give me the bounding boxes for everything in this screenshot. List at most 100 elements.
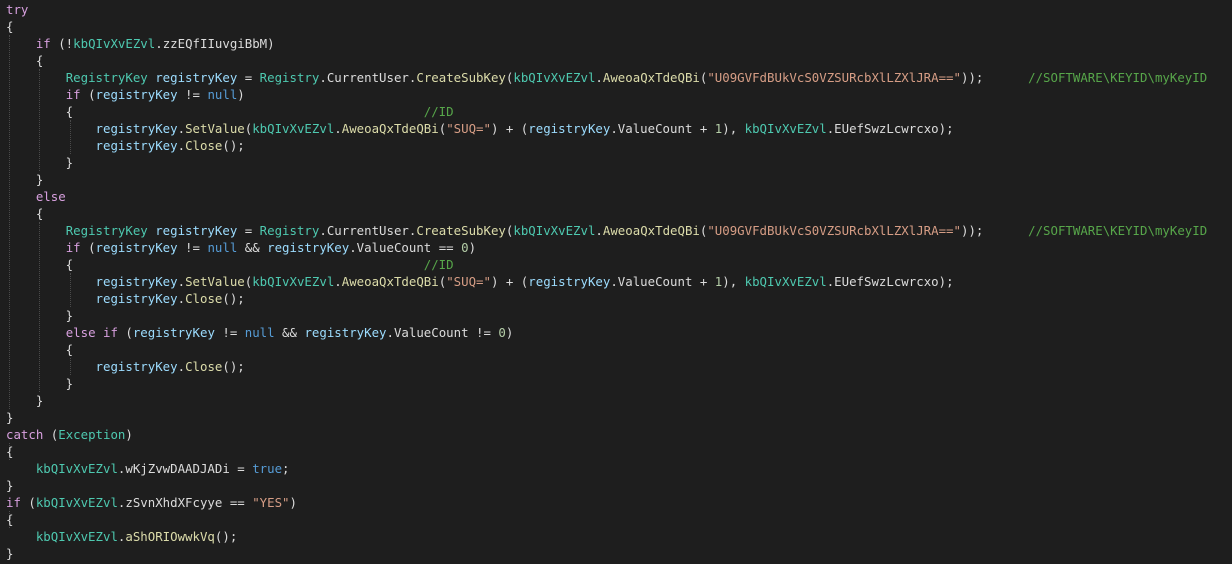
- code-token: AweoaQxTdeQBi: [602, 70, 700, 85]
- code-token: =: [237, 223, 260, 238]
- code-token: ): [468, 240, 477, 255]
- code-token: catch: [6, 427, 44, 442]
- code-token: ): [505, 325, 514, 340]
- code-token: if: [6, 495, 21, 510]
- code-token: registryKey: [95, 138, 178, 153]
- code-token: (: [80, 240, 96, 255]
- code-line: {: [6, 52, 43, 69]
- code-line: if (registryKey != null): [6, 86, 245, 103]
- code-line: {: [6, 205, 43, 222]
- code-token: ();: [222, 359, 245, 374]
- code-token: if: [103, 325, 118, 340]
- code-token: if: [35, 36, 51, 51]
- code-token: ),: [722, 121, 745, 136]
- code-token: AweoaQxTdeQBi: [602, 223, 700, 238]
- code-line: kbQIvXvEZvl.aShORIOwwkVq();: [6, 528, 237, 545]
- code-token: Registry: [259, 70, 320, 85]
- code-token: null: [207, 87, 238, 102]
- code-token: .: [334, 121, 342, 136]
- code-token: {: [6, 342, 74, 357]
- code-line: }: [6, 545, 13, 562]
- code-token: ) + (: [490, 274, 529, 289]
- code-line: }: [6, 477, 13, 494]
- code-token: (!: [50, 36, 74, 51]
- code-token: //SOFTWARE\KEYID\myKeyID: [1028, 223, 1208, 238]
- code-token: if: [65, 87, 81, 102]
- code-token: .: [177, 291, 186, 306]
- code-token: kbQIvXvEZvl: [252, 121, 335, 136]
- code-token: registryKey: [95, 274, 178, 289]
- code-line: }: [6, 409, 13, 426]
- code-line: if (kbQIvXvEZvl.zSvnXhdXFcyye == "YES"): [6, 494, 297, 511]
- code-line: try: [6, 1, 28, 18]
- code-line: catch (Exception): [6, 426, 133, 443]
- code-token: .: [319, 223, 327, 238]
- code-token: ): [237, 87, 245, 102]
- code-token: kbQIvXvEZvl: [35, 529, 118, 544]
- code-token: registryKey: [155, 70, 238, 85]
- code-token: &&: [237, 240, 268, 255]
- code-token: SetValue: [185, 121, 245, 136]
- code-line: else if (registryKey != null && registry…: [6, 324, 514, 341]
- code-token: ): [267, 36, 275, 51]
- code-token: "YES": [252, 495, 290, 510]
- code-token: );: [938, 274, 954, 289]
- code-token: .: [177, 121, 186, 136]
- code-token: ));: [960, 70, 1029, 85]
- code-token: kbQIvXvEZvl: [73, 36, 156, 51]
- code-token: kbQIvXvEZvl: [252, 274, 335, 289]
- code-token: registryKey: [528, 274, 611, 289]
- code-token: =: [237, 70, 260, 85]
- code-token: CurrentUser: [326, 223, 409, 238]
- code-token: try: [6, 2, 29, 17]
- code-token: kbQIvXvEZvl: [35, 461, 118, 476]
- code-token: if: [65, 240, 81, 255]
- code-token: ),: [722, 274, 745, 289]
- code-token: registryKey: [132, 325, 215, 340]
- code-token: .: [595, 70, 603, 85]
- code-token: //SOFTWARE\KEYID\myKeyID: [1028, 70, 1208, 85]
- code-line: }: [6, 154, 73, 171]
- code-token: registryKey: [155, 223, 238, 238]
- code-token: null: [244, 325, 275, 340]
- code-token: Exception: [58, 427, 126, 442]
- code-token: aShORIOwwkVq: [125, 529, 215, 544]
- code-token: //ID: [423, 257, 454, 272]
- code-token: RegistryKey: [65, 70, 148, 85]
- code-token: }: [6, 478, 14, 493]
- code-token: .: [319, 70, 327, 85]
- code-token: kbQIvXvEZvl: [513, 223, 596, 238]
- code-token: !=: [177, 240, 208, 255]
- code-token: {: [6, 104, 424, 119]
- code-token: .ValueCount +: [610, 121, 715, 136]
- code-token: else: [65, 325, 96, 340]
- code-token: &&: [274, 325, 305, 340]
- code-token: }: [6, 376, 74, 391]
- code-token: ();: [214, 529, 238, 544]
- code-token: ): [125, 427, 133, 442]
- code-token: .ValueCount ==: [349, 240, 462, 255]
- code-token: {: [6, 444, 14, 459]
- code-token: (: [80, 87, 96, 102]
- code-token: kbQIvXvEZvl: [744, 274, 827, 289]
- code-token: EUefSwzLcwrcxo: [834, 121, 939, 136]
- code-token: }: [6, 393, 44, 408]
- code-line: {: [6, 18, 13, 35]
- code-token: Registry: [259, 223, 320, 238]
- code-token: CreateSubKey: [416, 223, 506, 238]
- code-token: .: [177, 274, 186, 289]
- code-token: zSvnXhdXFcyye: [125, 495, 223, 510]
- code-token: "SUQ=": [446, 274, 491, 289]
- code-token: kbQIvXvEZvl: [744, 121, 827, 136]
- code-token: "SUQ=": [446, 121, 491, 136]
- code-line: }: [6, 375, 73, 392]
- code-editor[interactable]: try{ if (!kbQIvXvEZvl.zzEQfIIuvgiBbM) { …: [0, 0, 1232, 564]
